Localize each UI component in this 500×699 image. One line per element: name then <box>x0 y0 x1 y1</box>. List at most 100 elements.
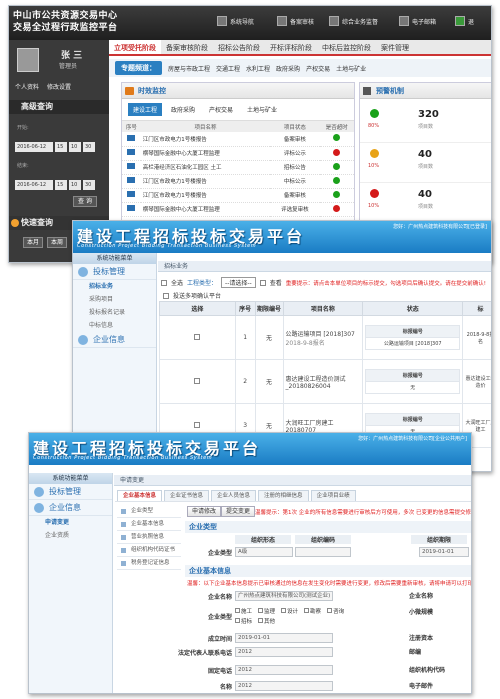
channel-housing[interactable]: 房屋与市政工程 <box>168 64 210 73</box>
tab-project-stage[interactable]: 立项受托阶段 <box>109 40 161 54</box>
view-button[interactable]: 查看 <box>270 278 282 287</box>
warning-item[interactable]: 10% 40 项目数 <box>360 183 491 223</box>
found-date-input[interactable]: 2019-01-01 <box>235 633 333 643</box>
search-button[interactable]: 查 询 <box>73 196 97 207</box>
channel-property[interactable]: 产权交易 <box>306 64 330 73</box>
tab-filing-stage[interactable]: 备案审核阶段 <box>161 40 213 54</box>
row-checkbox[interactable] <box>194 377 201 384</box>
tab-bid-opening-stage[interactable]: 开标评标阶段 <box>265 40 317 54</box>
this-week-button[interactable]: 本周 <box>47 237 67 248</box>
channel-traffic[interactable]: 交通工程 <box>216 64 240 73</box>
nav-company-basic[interactable]: 企业基本信息 <box>117 518 181 531</box>
tab-performance[interactable]: 企业项目业绩 <box>310 490 356 501</box>
type-code-input[interactable] <box>295 547 351 557</box>
company-kind-option[interactable]: 设计 <box>281 607 298 615</box>
profile-link[interactable]: 个人资料 <box>15 82 39 91</box>
to-date-input[interactable]: 2016-06-12 <box>15 180 53 190</box>
submit-change-button[interactable]: 提交变更 <box>221 506 256 517</box>
subtab-procurement[interactable]: 政府采购 <box>166 103 200 116</box>
nav-org-code[interactable]: 组织机构代码证书 <box>117 544 181 557</box>
menu-item-award-info[interactable]: 中标信息 <box>73 319 156 332</box>
table-row[interactable]: 2无惠达建设工程造价测试_20180826004 标报编号无惠达建设工程造价 <box>159 359 491 404</box>
row-select[interactable] <box>159 315 236 360</box>
table-row[interactable]: 横琴国际金融中心大厦工程监理 评标公示 <box>122 146 354 161</box>
from-minute-input[interactable]: 10 <box>69 142 81 152</box>
nav-tax-registration[interactable]: 税务登记证信息 <box>117 557 181 570</box>
to-minute-input[interactable]: 10 <box>69 180 81 190</box>
checkbox[interactable] <box>327 608 333 613</box>
from-date-input[interactable]: 2016-06-12 <box>15 142 53 152</box>
nav-system[interactable]: 系统导航 <box>217 16 254 26</box>
checkbox[interactable] <box>161 279 167 286</box>
menu-item-apply-change[interactable]: 申请变更 <box>29 516 112 529</box>
type-select[interactable]: --请选择-- <box>221 277 256 288</box>
menu-item-qualification[interactable]: 企业资质 <box>29 529 112 542</box>
nav-filing[interactable]: 备案审核 <box>277 16 314 26</box>
row-project-name[interactable]: 横琴国际金融中心大厦工程监理 <box>140 202 271 217</box>
row-project-name[interactable]: 江门区市政电力1号楼报告 <box>140 132 271 147</box>
channel-procurement[interactable]: 政府采购 <box>276 64 300 73</box>
subtab-property[interactable]: 产权交易 <box>204 103 238 116</box>
company-kind-option[interactable]: 其他 <box>258 617 275 625</box>
tel-input[interactable]: 2012 <box>235 665 333 675</box>
tab-staff-info[interactable]: 企业人员信息 <box>211 490 257 501</box>
tab-registration-info[interactable]: 注册的相继信息 <box>258 490 309 501</box>
nav-exit[interactable]: 退 <box>455 16 474 26</box>
company-kind-option[interactable]: 施工 <box>235 607 252 615</box>
tab-case-management[interactable]: 案件管理 <box>376 40 414 54</box>
table-row[interactable]: 江门区市政电力1号楼报告 备案审核 <box>122 188 354 203</box>
menu-company-info[interactable]: 企业信息 <box>73 332 156 348</box>
table-row[interactable]: 横琴国际金融中心大厦工程监理 评选复审核 <box>122 202 354 217</box>
checkbox[interactable] <box>258 618 264 623</box>
type-date-input[interactable]: 2019-01-01 <box>419 547 469 557</box>
company-name-input[interactable]: 广州热点建筑科技有限公司(测试企业) <box>235 591 333 601</box>
menu-company-info-2[interactable]: 企业信息 <box>29 500 112 516</box>
row-name[interactable]: 公路运输项目 [2018]307 2018-9-8报名 <box>282 315 364 360</box>
this-month-button[interactable]: 本月 <box>23 237 43 248</box>
tab-certificate-info[interactable]: 企业证书信息 <box>164 490 210 501</box>
row-checkbox[interactable] <box>194 333 201 340</box>
type-value[interactable]: A级 <box>235 547 293 557</box>
table-row[interactable]: 江门区市政电力1号楼报告 备案审核 <box>122 132 354 147</box>
checkbox[interactable] <box>258 608 264 613</box>
settings-link[interactable]: 修改设置 <box>47 82 71 91</box>
checkbox[interactable] <box>235 608 240 613</box>
tab-tender-notice-stage[interactable]: 招标公告阶段 <box>213 40 265 54</box>
nav-business-license[interactable]: 营业执照信息 <box>117 531 181 544</box>
to-hour-input[interactable]: 15 <box>55 180 67 190</box>
nav-email[interactable]: 电子邮箱 <box>399 16 436 26</box>
menu-item-tender-business[interactable]: 招标业务 <box>73 280 156 293</box>
company-kind-option[interactable]: 招标 <box>235 617 252 625</box>
checkbox[interactable] <box>304 608 310 613</box>
nav-supervision[interactable]: 综合业务监督 <box>329 16 378 26</box>
row-project-name[interactable]: 江门区市政电力1号楼报告 <box>140 174 271 189</box>
channel-land[interactable]: 土地与矿业 <box>336 64 366 73</box>
row-project-name[interactable]: 江门区市政电力1号楼报告 <box>140 188 271 203</box>
menu-bid-management[interactable]: 投标管理 <box>73 264 156 280</box>
apply-modify-button[interactable]: 申请修改 <box>187 506 222 517</box>
menu-item-procurement[interactable]: 采购项目 <box>73 293 156 306</box>
row-project-name[interactable]: 高栏港经济区石油化工园区 土工 <box>140 160 271 175</box>
table-row[interactable]: 1 无公路运输项目 [2018]307 2018-9-8报名 标报编号 公路运输项目 … <box>159 315 491 360</box>
tab-post-award-stage[interactable]: 中标后监控阶段 <box>317 40 376 54</box>
company-kind-option[interactable]: 咨询 <box>327 607 344 615</box>
menu-item-registration-record[interactable]: 投标报名记录 <box>73 306 156 319</box>
table-row[interactable]: 高栏港经济区石油化工园区 土工 招标公告 <box>122 160 354 175</box>
row-checkbox[interactable] <box>194 421 201 428</box>
checkbox[interactable] <box>235 618 240 623</box>
channel-water[interactable]: 水利工程 <box>246 64 270 73</box>
nav-company-type[interactable]: 企业类型 <box>117 505 181 518</box>
subtab-construction[interactable]: 建设工程 <box>128 103 163 116</box>
company-kind-option[interactable]: 监理 <box>258 607 275 615</box>
table-row[interactable]: 江门区市政电力1号楼报告 中标公示 <box>122 174 354 189</box>
row-project-name[interactable]: 横琴国际金融中心大厦工程监理 <box>140 146 271 161</box>
checkbox[interactable] <box>281 608 287 613</box>
warning-item[interactable]: 10% 40 项目数 <box>360 143 491 183</box>
confirm-checkbox[interactable] <box>163 292 169 299</box>
rep-phone-input[interactable]: 2012 <box>235 647 333 657</box>
tab-basic-info[interactable]: 企业基本信息 <box>117 490 163 501</box>
company-kind-option[interactable]: 勘察 <box>304 607 321 615</box>
menu-bid-management-2[interactable]: 投标管理 <box>29 484 112 500</box>
row-select[interactable] <box>159 359 236 404</box>
row-name[interactable]: 惠达建设工程造价测试_20180826004 <box>282 359 364 404</box>
